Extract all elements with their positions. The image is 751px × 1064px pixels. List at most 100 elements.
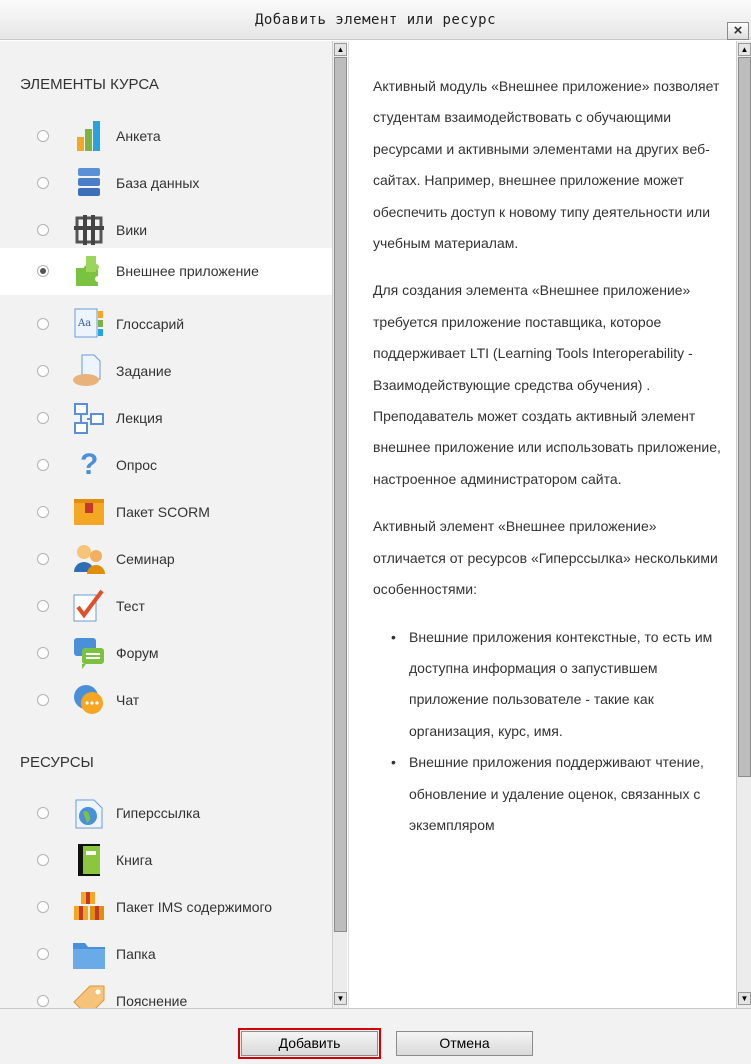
- description-bullet: Внешние приложения контекстные, то есть …: [391, 622, 723, 748]
- option-label: Опрос: [116, 457, 158, 473]
- lesson-icon: [74, 403, 104, 434]
- scroll-thumb[interactable]: [738, 57, 751, 777]
- option-external-tool[interactable]: Внешнее приложение: [0, 248, 332, 295]
- forum-icon: [74, 638, 104, 669]
- dialog-title: Добавить элемент или ресурс: [254, 12, 497, 28]
- option-label: Задание: [116, 363, 172, 379]
- feedback-icon: [77, 121, 100, 151]
- option-glossary[interactable]: Aa Глоссарий: [0, 301, 332, 348]
- activities-section-header: ЭЛЕМЕНТЫ КУРСА: [20, 76, 159, 93]
- option-book[interactable]: Книга: [0, 837, 332, 884]
- option-assignment[interactable]: Задание: [0, 348, 332, 395]
- add-activity-dialog: Добавить элемент или ресурс × ЭЛЕМЕНТЫ К…: [0, 0, 751, 1064]
- option-choice[interactable]: ? Опрос: [0, 442, 332, 489]
- option-radio[interactable]: [37, 694, 49, 706]
- option-radio[interactable]: [37, 459, 49, 471]
- option-radio[interactable]: [37, 600, 49, 612]
- scroll-down-arrow-icon[interactable]: ▼: [738, 992, 751, 1005]
- option-radio[interactable]: [37, 807, 49, 819]
- option-radio[interactable]: [37, 854, 49, 866]
- option-label: Пакет SCORM: [116, 504, 210, 520]
- option-label: Глоссарий: [116, 316, 185, 332]
- svg-text:?: ?: [80, 448, 98, 481]
- option-label: Анкета: [116, 128, 161, 144]
- close-button[interactable]: ×: [727, 22, 749, 40]
- option-radio[interactable]: [37, 647, 49, 659]
- option-forum[interactable]: Форум: [0, 630, 332, 677]
- url-icon: [75, 799, 103, 829]
- option-label: Тест: [116, 598, 145, 614]
- option-database[interactable]: База данных: [0, 160, 332, 207]
- option-radio-selected[interactable]: [37, 265, 49, 277]
- option-workshop[interactable]: Семинар: [0, 536, 332, 583]
- option-folder[interactable]: Папка: [0, 931, 332, 978]
- description-text: Активный модуль «Внешнее приложение» поз…: [373, 71, 723, 841]
- option-ims-package[interactable]: Пакет IMS содержимого: [0, 884, 332, 931]
- option-label: Лекция: [116, 410, 163, 426]
- description-panel: Активный модуль «Внешнее приложение» поз…: [348, 41, 736, 1008]
- option-wiki[interactable]: Вики: [0, 207, 332, 254]
- folder-icon: [73, 943, 105, 969]
- option-label: Книга: [116, 852, 153, 868]
- quiz-icon: [73, 589, 104, 622]
- option-radio[interactable]: [37, 224, 49, 236]
- option-radio[interactable]: [37, 506, 49, 518]
- option-radio[interactable]: [37, 365, 49, 377]
- options-list: ЭЛЕМЕНТЫ КУРСА Анкета База данных Вики В…: [0, 41, 347, 1008]
- ims-package-icon: [74, 892, 104, 920]
- description-paragraph: Активный элемент «Внешнее приложение» от…: [373, 518, 718, 598]
- cancel-button[interactable]: Отмена: [396, 1031, 533, 1056]
- option-quiz[interactable]: Тест: [0, 583, 332, 630]
- book-icon: [78, 844, 100, 876]
- option-label: Форум: [116, 645, 159, 661]
- description-paragraph: Для создания элемента «Внешнее приложени…: [373, 282, 721, 487]
- option-radio[interactable]: [37, 948, 49, 960]
- add-button[interactable]: Добавить: [238, 1028, 381, 1059]
- option-lesson[interactable]: Лекция: [0, 395, 332, 442]
- option-url[interactable]: Гиперссылка: [0, 790, 332, 837]
- description-paragraph: Активный модуль «Внешнее приложение» поз…: [373, 78, 720, 252]
- dialog-footer: Добавить Отмена: [0, 1008, 751, 1064]
- label-icon: [73, 985, 105, 1008]
- option-radio[interactable]: [37, 412, 49, 424]
- scroll-thumb[interactable]: [334, 57, 347, 932]
- description-list: Внешние приложения контекстные, то есть …: [391, 622, 723, 842]
- option-label: База данных: [116, 175, 200, 191]
- option-feedback[interactable]: Анкета: [0, 113, 332, 160]
- scroll-up-arrow-icon[interactable]: ▲: [334, 43, 347, 56]
- option-radio[interactable]: [37, 130, 49, 142]
- description-scrollbar[interactable]: ▲ ▼: [736, 41, 751, 1008]
- assignment-icon: [73, 354, 101, 386]
- option-chat[interactable]: Чат: [0, 677, 332, 724]
- option-label: Гиперссылка: [116, 805, 201, 821]
- option-radio[interactable]: [37, 553, 49, 565]
- option-radio[interactable]: [37, 318, 49, 330]
- option-label: Папка: [116, 946, 156, 962]
- scroll-down-arrow-icon[interactable]: ▼: [334, 992, 347, 1005]
- choice-icon: ?: [80, 448, 98, 481]
- external-tool-icon: [76, 256, 99, 286]
- option-label: Семинар: [116, 551, 175, 567]
- option-label: Чат: [116, 692, 140, 708]
- wiki-icon: [74, 215, 104, 245]
- options-scrollbar[interactable]: ▲ ▼: [332, 41, 347, 1008]
- svg-text:Aa: Aa: [77, 318, 91, 329]
- workshop-icon: [74, 545, 105, 574]
- description-bullet: Внешние приложения поддерживают чтение, …: [391, 747, 723, 841]
- option-radio[interactable]: [37, 177, 49, 189]
- option-scorm[interactable]: Пакет SCORM: [0, 489, 332, 536]
- option-radio[interactable]: [37, 995, 49, 1007]
- option-label: Пакет IMS содержимого: [116, 899, 273, 915]
- chat-icon: [74, 685, 103, 714]
- option-label-resource[interactable]: Пояснение: [0, 978, 332, 1008]
- option-label: Внешнее приложение: [116, 263, 259, 279]
- option-label: Вики: [116, 222, 148, 238]
- scroll-up-arrow-icon[interactable]: ▲: [738, 43, 751, 56]
- dialog-titlebar[interactable]: Добавить элемент или ресурс ×: [0, 0, 751, 40]
- option-radio[interactable]: [37, 901, 49, 913]
- resources-section-header: РЕСУРСЫ: [20, 754, 94, 771]
- glossary-icon: Aa: [74, 308, 103, 338]
- database-icon: [78, 168, 100, 196]
- option-label: Пояснение: [116, 993, 188, 1008]
- scorm-icon: [74, 499, 104, 525]
